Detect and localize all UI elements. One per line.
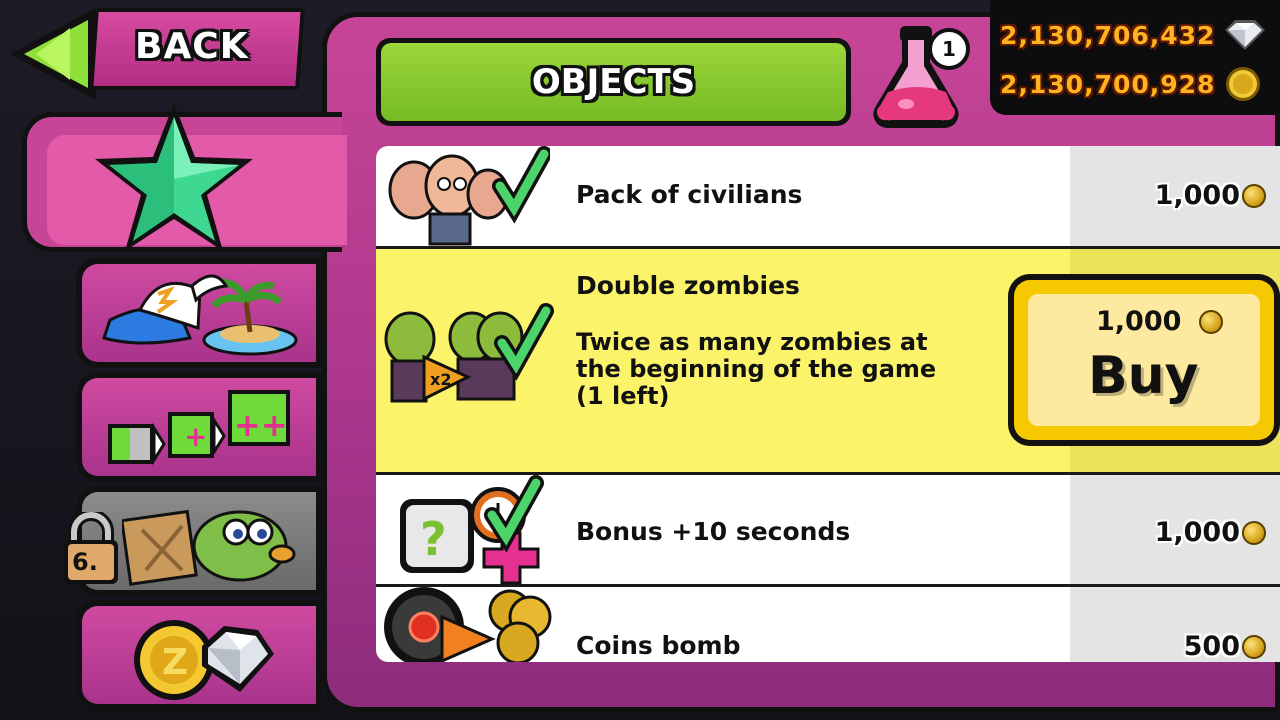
tab-boosters[interactable]	[76, 258, 322, 368]
tab-currency-face: Z	[82, 606, 316, 704]
back-label: BACK	[135, 26, 249, 67]
item-row[interactable]: Coins bomb 500	[376, 587, 1280, 662]
gems-counter: 2,130,706,432	[1000, 18, 1267, 52]
svg-text:x2: x2	[430, 370, 451, 389]
svg-text:+: +	[184, 420, 207, 453]
item-name: Bonus +10 seconds	[576, 517, 851, 546]
tab-upgrades-face: + ++	[82, 378, 316, 476]
gems-value: 2,130,706,432	[1000, 20, 1216, 50]
item-row[interactable]: Pack of civilians 1,000	[376, 146, 1280, 249]
item-name: Coins bomb	[576, 631, 741, 660]
tab-boosters-face	[82, 264, 316, 362]
tab-stars[interactable]	[22, 103, 347, 252]
item-name: Pack of civilians	[576, 180, 803, 209]
back-arrow-icon	[10, 8, 96, 100]
star-icon	[95, 103, 253, 251]
lock-icon: 6.	[62, 509, 120, 588]
coins-bomb-icon	[384, 587, 552, 662]
coin-gem-icon: Z	[134, 620, 274, 700]
buy-button-frame: 1,000 Buy	[1014, 280, 1274, 440]
lock-level: 6.	[72, 548, 98, 576]
svg-text:Z: Z	[162, 642, 188, 683]
bonus-time-icon: ?	[400, 475, 544, 585]
gem-icon	[1225, 20, 1266, 50]
coins-value: 2,130,700,928	[1000, 69, 1216, 99]
item-price-value: 1,000	[1154, 180, 1240, 211]
item-price-value: 1,000	[1154, 517, 1240, 548]
coin-icon	[1226, 67, 1261, 101]
buy-button-face: 1,000 Buy	[1028, 294, 1260, 426]
crate-bird-icon	[122, 509, 296, 586]
tab-currency[interactable]: Z	[76, 600, 322, 710]
civilians-icon	[388, 146, 550, 246]
tab-upgrades[interactable]: + ++	[76, 372, 322, 482]
double-zombies-icon: x2	[384, 303, 554, 403]
coin-icon	[1199, 309, 1224, 334]
section-title-face: OBJECTS	[381, 43, 846, 121]
battery-plus-icon: + ++	[108, 390, 290, 466]
back-button[interactable]: BACK	[0, 0, 310, 105]
item-name: Double zombies	[576, 271, 800, 300]
coin-icon	[1242, 183, 1266, 208]
item-description: Twice as many zombies at the beginning o…	[576, 328, 937, 410]
cap-island-icon	[102, 274, 298, 356]
item-price: 500	[1184, 631, 1266, 662]
section-title-bar: OBJECTS	[376, 38, 851, 126]
coin-icon	[1242, 634, 1266, 659]
svg-text:++: ++	[234, 406, 288, 444]
svg-text:?: ?	[420, 512, 447, 566]
coins-counter: 2,130,700,928	[1000, 66, 1261, 102]
item-price-value: 500	[1183, 631, 1240, 662]
buy-button[interactable]: 1,000 Buy	[1008, 274, 1280, 446]
flask-count-badge: 1	[928, 28, 970, 70]
page-title: OBJECTS	[531, 62, 696, 102]
item-row[interactable]: ? Bonus +10 seconds 1,000	[376, 475, 1280, 587]
buy-price: 1,000	[1096, 306, 1224, 337]
item-price: 1,000	[1155, 180, 1266, 211]
item-price: 1,000	[1155, 517, 1266, 548]
coin-icon	[1242, 520, 1266, 545]
currency-panel: 2,130,706,432 2,130,700,928	[990, 0, 1280, 115]
buy-label: Buy	[1088, 346, 1199, 406]
buy-price-value: 1,000	[1096, 306, 1182, 337]
